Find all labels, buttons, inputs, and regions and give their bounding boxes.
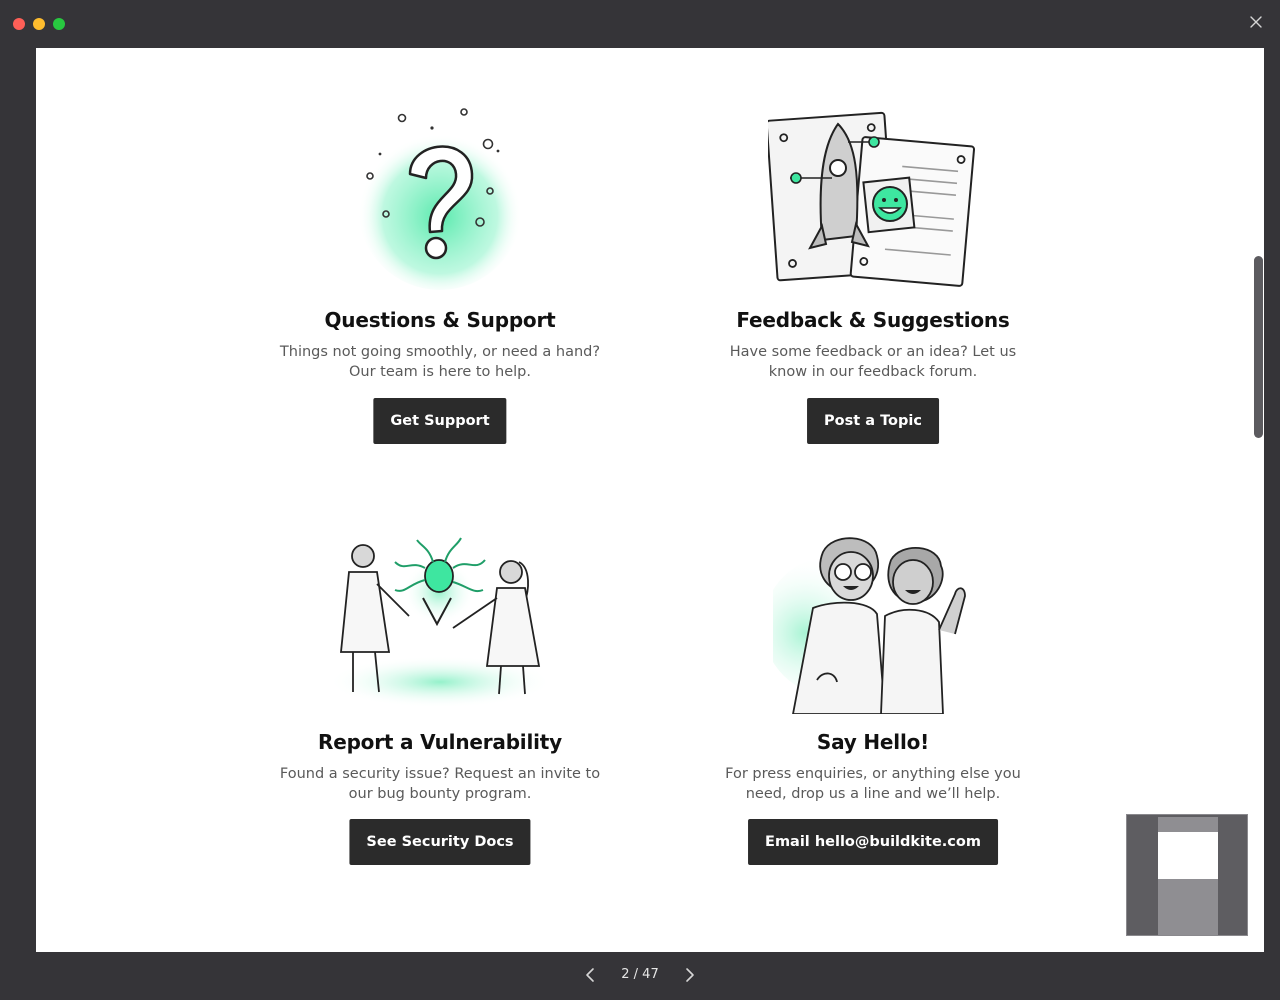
page-pager: 2 / 47 [580, 962, 700, 988]
waving-people-illustration [763, 530, 973, 715]
say-hello-desc-line2: need, drop us a line and we’ll help. [745, 786, 1001, 802]
support-title: Questions & Support [324, 308, 556, 332]
support-card: Questions & Support Things not going smo… [230, 96, 650, 496]
say-hello-card: Say Hello! For press enquiries, or anyth… [663, 526, 1083, 926]
viewer-window: Questions & Support Things not going smo… [0, 0, 1280, 1000]
say-hello-desc-line1: For press enquiries, or anything else yo… [725, 766, 1021, 782]
feedback-card: Feedback & Suggestions Have some feedbac… [663, 96, 1083, 496]
chevron-left-icon[interactable] [582, 966, 600, 984]
vertical-scrollbar[interactable] [1254, 256, 1263, 438]
scientists-bug-illustration [325, 532, 555, 712]
chevron-right-icon[interactable] [680, 966, 698, 984]
window-minimize-button[interactable] [33, 18, 45, 30]
screenshot-page: Questions & Support Things not going smo… [36, 48, 1264, 952]
feedback-desc-line1: Have some feedback or an idea? Let us [729, 344, 1017, 360]
vulnerability-card: Report a Vulnerability Found a security … [230, 526, 650, 926]
page-counter: 2 / 47 [621, 967, 659, 982]
window-zoom-button[interactable] [53, 18, 65, 30]
support-desc-line1: Things not going smoothly, or need a han… [279, 344, 601, 360]
post-topic-button[interactable]: Post a Topic [807, 398, 939, 444]
feedback-title: Feedback & Suggestions [736, 308, 1010, 332]
minimap-viewport[interactable] [1158, 832, 1218, 879]
question-mark-illustration [340, 96, 540, 296]
close-icon[interactable] [1248, 14, 1264, 30]
rocket-documents-illustration [765, 106, 978, 291]
see-security-docs-button[interactable]: See Security Docs [349, 819, 531, 865]
window-close-button[interactable] [13, 18, 25, 30]
support-desc-line2: Our team is here to help. [349, 364, 531, 380]
get-support-button[interactable]: Get Support [373, 398, 507, 444]
say-hello-title: Say Hello! [816, 730, 930, 754]
feedback-desc-line2: know in our feedback forum. [768, 364, 978, 380]
vulnerability-desc-line1: Found a security issue? Request an invit… [279, 766, 601, 782]
email-hello-button[interactable]: Email hello@buildkite.com [748, 819, 998, 865]
page-minimap[interactable] [1126, 814, 1248, 936]
vulnerability-desc-line2: our bug bounty program. [348, 786, 532, 802]
vulnerability-title: Report a Vulnerability [318, 730, 562, 754]
